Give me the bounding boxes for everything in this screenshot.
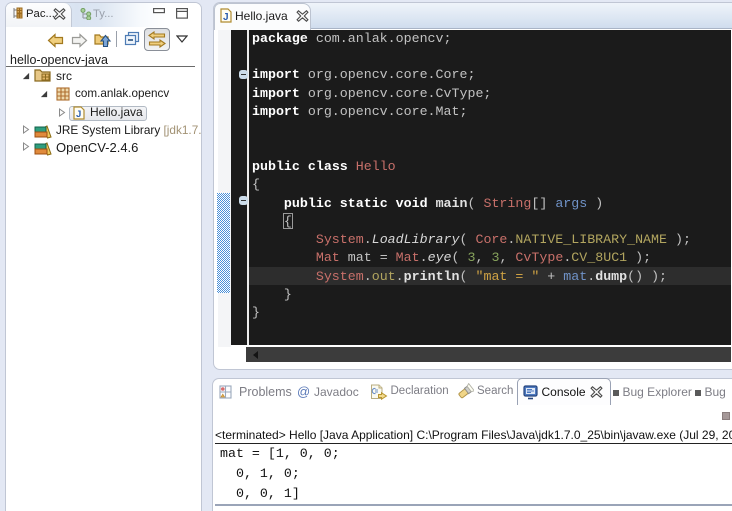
svg-text:J: J [223, 12, 229, 23]
svg-text:J: J [76, 109, 81, 120]
